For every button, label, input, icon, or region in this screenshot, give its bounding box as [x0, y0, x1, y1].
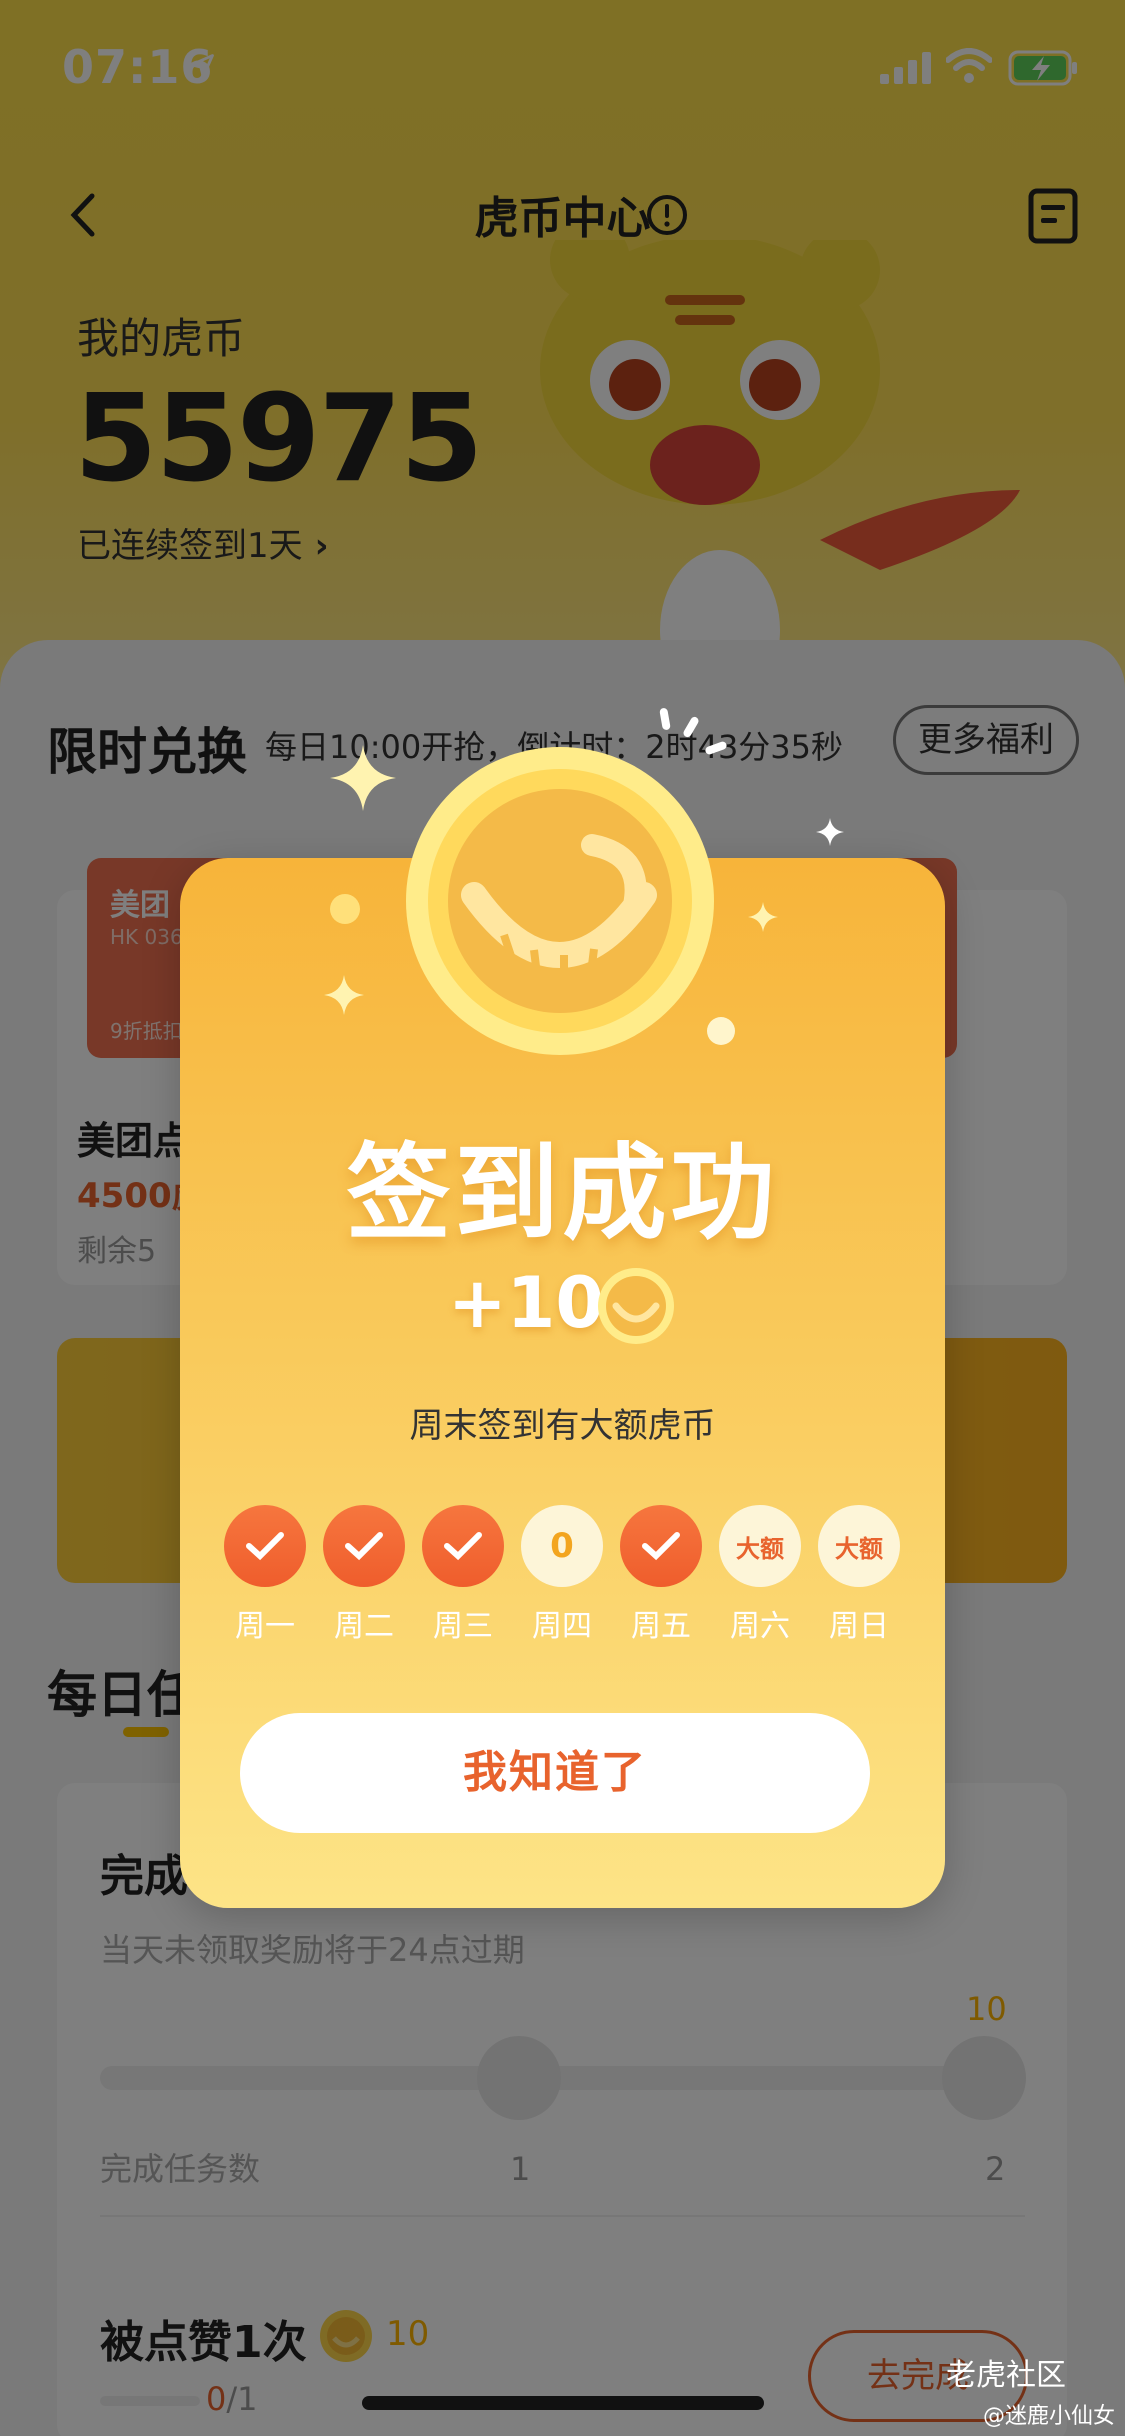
- day-label: 周三: [433, 1609, 493, 1644]
- day-item-sat: 大额 周六: [719, 1505, 801, 1645]
- checkmark-icon: [422, 1505, 504, 1587]
- reward-amount: +10: [448, 1262, 605, 1344]
- weekly-checkin-row: 周一 周二 周三 0 周四 周五 大额 周六 大额 周日: [224, 1505, 904, 1645]
- day-label: 周一: [235, 1609, 295, 1644]
- day-item-mon: 周一: [224, 1505, 306, 1645]
- day-label: 周二: [334, 1609, 394, 1644]
- day-item-wed: 周三: [422, 1505, 504, 1645]
- sparkle-icon: [324, 975, 364, 1015]
- day-label: 周日: [829, 1609, 889, 1644]
- day-label: 周六: [730, 1609, 790, 1644]
- dot-icon: [330, 894, 360, 924]
- watermark-site: 老虎社区: [946, 2358, 1066, 2393]
- day-reward-badge: 大额: [719, 1505, 801, 1587]
- day-item-sun: 大额 周日: [818, 1505, 900, 1645]
- day-label: 周四: [532, 1609, 592, 1644]
- day-reward-badge: 0: [521, 1505, 603, 1587]
- home-indicator: [362, 2396, 764, 2410]
- tiger-coin-icon: [598, 1268, 674, 1344]
- sparkle-icon: [748, 902, 778, 932]
- day-item-thu: 0 周四: [521, 1505, 603, 1645]
- modal-title: 签到成功: [346, 1132, 779, 1254]
- checkmark-icon: [224, 1505, 306, 1587]
- day-label: 周五: [631, 1609, 691, 1644]
- day-item-tue: 周二: [323, 1505, 405, 1645]
- checkmark-icon: [323, 1505, 405, 1587]
- modal-subtitle: 周末签到有大额虎币: [409, 1406, 716, 1446]
- day-item-fri: 周五: [620, 1505, 702, 1645]
- watermark-user: @迷鹿小仙女: [983, 2404, 1116, 2429]
- tiger-coin-icon: [406, 747, 714, 1055]
- got-it-button[interactable]: 我知道了: [240, 1713, 870, 1833]
- day-reward-badge: 大额: [818, 1505, 900, 1587]
- checkmark-icon: [620, 1505, 702, 1587]
- sparkle-icon: [330, 745, 396, 811]
- sparkle-icon: [816, 818, 844, 846]
